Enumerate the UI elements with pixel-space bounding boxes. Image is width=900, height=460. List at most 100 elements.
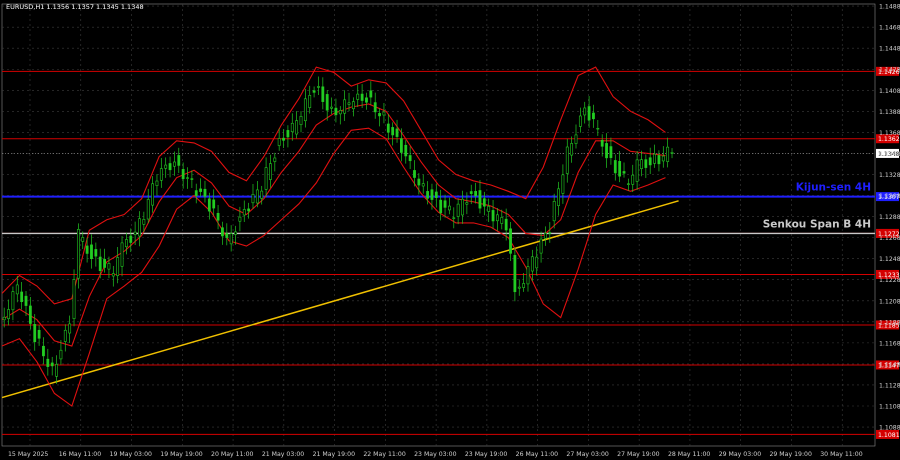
candle-body	[657, 155, 661, 165]
candle-body	[190, 178, 194, 180]
candle-body	[504, 218, 508, 231]
time-tick-label: 21 May 19:00	[313, 451, 355, 458]
candle-body	[413, 170, 416, 178]
candle-body	[72, 279, 76, 319]
candle-body	[544, 232, 547, 239]
chart-grid	[1, 3, 876, 447]
candle-body	[478, 190, 482, 209]
candle-body	[81, 237, 85, 242]
candle-body	[125, 239, 128, 248]
candle-body	[181, 169, 185, 179]
candle-body	[517, 286, 521, 289]
senkou-span-b-label: Senkou Span B 4H	[763, 218, 871, 230]
candle-body	[90, 244, 93, 260]
candle-body	[238, 216, 242, 222]
candle-body	[434, 191, 438, 198]
candle-body	[452, 217, 456, 219]
candle-body	[76, 229, 80, 279]
price-tick-label: 1.1208	[879, 298, 900, 305]
candle-body	[557, 188, 560, 206]
candle-body	[565, 146, 569, 174]
candle-body	[539, 238, 543, 254]
candle-body	[15, 284, 19, 295]
candle-body	[360, 93, 364, 101]
candle-body	[426, 191, 429, 199]
candle-body	[592, 112, 595, 120]
candle-body	[491, 210, 495, 222]
candle-body	[11, 291, 15, 311]
price-tick-label: 1.1088	[879, 425, 900, 432]
candle-body	[373, 102, 377, 113]
candle-body	[317, 86, 320, 88]
kijun-sen-label: Kijun-sen 4H	[796, 182, 871, 194]
candle-body	[299, 116, 303, 125]
candle-body	[596, 127, 600, 130]
candle-body	[648, 157, 652, 166]
candle-body	[399, 138, 403, 153]
candle-body	[574, 134, 578, 144]
candle-body	[229, 233, 233, 245]
candle-body	[469, 191, 473, 194]
candle-body	[290, 122, 294, 133]
time-tick-label: 28 May 11:00	[668, 451, 710, 458]
candle-body	[522, 283, 526, 288]
candle-body	[548, 232, 552, 234]
candle-body	[37, 329, 41, 339]
candle-body	[666, 146, 670, 162]
candle-body	[168, 163, 172, 171]
candle-body	[251, 193, 255, 204]
candle-body	[146, 199, 150, 220]
candle-body	[443, 200, 447, 208]
candle-body	[247, 208, 251, 212]
candle-body	[269, 163, 272, 180]
price-tick-label: 1.1268	[879, 235, 900, 242]
time-tick-label: 16 May 11:00	[59, 451, 101, 458]
candle-body	[583, 107, 587, 116]
candle-body	[351, 101, 355, 110]
price-chart[interactable]: 1.14261.13621.12721.12331.11851.11471.10…	[0, 0, 900, 460]
candle-body	[129, 235, 133, 243]
candle-body	[295, 120, 299, 135]
price-axis: 1.1488 1.1468 1.1448 1.1428 1.1408 1.1388 1.13…	[879, 4, 900, 432]
candle-body	[277, 138, 281, 146]
candle-body	[212, 199, 216, 209]
candle-body	[482, 198, 486, 207]
candle-body	[600, 140, 604, 147]
candle-body	[94, 249, 98, 257]
candle-body	[173, 161, 176, 167]
candle-body	[369, 90, 373, 98]
time-tick-label: 27 May 19:00	[617, 451, 659, 458]
candle-body	[474, 190, 478, 197]
candle-body	[255, 189, 259, 204]
candle-body	[487, 205, 491, 212]
candle-body	[421, 183, 425, 187]
bollinger-middle-band	[1, 103, 666, 347]
candle-body	[356, 93, 360, 100]
candle-body	[526, 266, 530, 285]
time-tick-label: 22 May 11:00	[363, 451, 405, 458]
candle-body	[613, 160, 617, 174]
candle-body	[155, 180, 159, 186]
candle-body	[622, 171, 626, 174]
price-tick-label: 1.1148	[879, 361, 900, 368]
candle-body	[63, 329, 67, 342]
candle-body	[605, 143, 608, 159]
candle-body	[33, 324, 37, 343]
candle-body	[465, 202, 469, 205]
candle-body	[103, 258, 106, 268]
price-tick-label: 1.1188	[879, 319, 900, 326]
candle-body	[303, 98, 307, 122]
candle-body	[207, 198, 211, 212]
candle-body	[456, 203, 460, 217]
candle-body	[334, 107, 338, 116]
time-tick-label: 19 May 19:00	[160, 451, 202, 458]
candle-body	[98, 256, 102, 271]
candle-body	[509, 228, 512, 254]
candle-body	[133, 231, 137, 235]
candle-body	[216, 212, 220, 221]
price-tick-label: 1.1108	[879, 404, 900, 411]
candle-body	[417, 178, 421, 186]
candle-body	[661, 155, 665, 162]
candle-body	[85, 245, 89, 254]
price-tick-label: 1.1388	[879, 109, 900, 116]
